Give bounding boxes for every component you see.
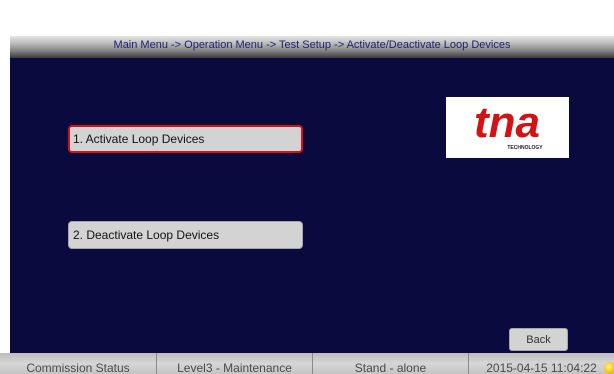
deactivate-loop-devices-button[interactable]: 2. Deactivate Loop Devices: [68, 221, 303, 249]
activate-loop-devices-label: 1. Activate Loop Devices: [73, 132, 205, 146]
company-logo: tna TECHNOLOGY: [446, 97, 569, 158]
status-indicator-icon: [604, 362, 614, 374]
status-bar: Commission Status Level3 - Maintenance S…: [0, 353, 614, 374]
back-button-label: Back: [526, 333, 551, 346]
main-screen: Main Menu -> Operation Menu -> Test Setu…: [10, 36, 614, 374]
operating-mode-cell: Stand - alone: [313, 353, 469, 374]
deactivate-loop-devices-label: 2. Deactivate Loop Devices: [73, 228, 220, 242]
access-level-cell: Level3 - Maintenance: [157, 353, 313, 374]
header-bar: Main Menu -> Operation Menu -> Test Setu…: [10, 36, 614, 58]
breadcrumb: Main Menu -> Operation Menu -> Test Setu…: [113, 39, 511, 51]
commission-status-cell[interactable]: Commission Status: [0, 353, 157, 374]
logo-tagline: TECHNOLOGY: [507, 145, 543, 151]
datetime-cell: 2015-04-15 11:04:22: [486, 361, 597, 374]
logo-wordmark: tna: [474, 98, 540, 147]
back-button[interactable]: Back: [509, 328, 568, 351]
activate-loop-devices-button[interactable]: 1. Activate Loop Devices: [68, 125, 303, 153]
tna-logo-mark: tna TECHNOLOGY: [474, 98, 543, 151]
